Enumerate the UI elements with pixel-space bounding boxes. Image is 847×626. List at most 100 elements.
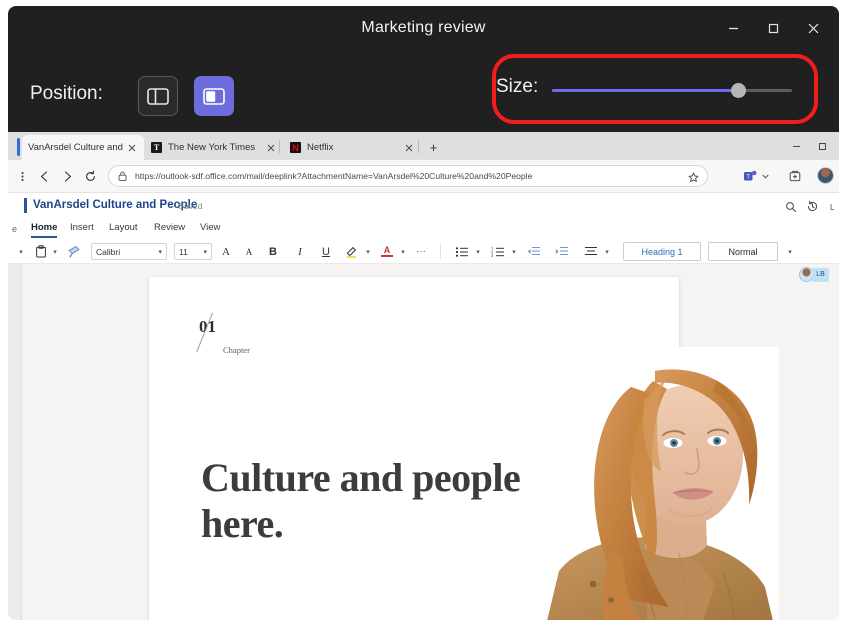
font-color-swatch (381, 255, 393, 257)
word-title-row: VanArsdel Culture and People - Saved L (8, 193, 839, 219)
style-normal[interactable]: Normal (708, 242, 778, 261)
close-tab-icon[interactable] (402, 141, 415, 154)
chevron-down-icon[interactable] (761, 167, 770, 185)
highlight-icon[interactable] (344, 242, 360, 261)
decrease-indent-icon[interactable] (526, 242, 542, 261)
word-brand-bar (24, 198, 27, 213)
tab-title: VanArsdel Culture and peo... (28, 142, 125, 153)
bullets-icon[interactable] (454, 242, 470, 261)
save-status: - Saved (173, 201, 202, 211)
styles-chevron-icon[interactable]: ▾ (785, 242, 795, 261)
italic-icon[interactable]: I (293, 242, 307, 261)
canvas-left-rail (8, 264, 22, 620)
numbering-chevron-icon[interactable]: ▾ (509, 242, 519, 261)
bullets-chevron-icon[interactable]: ▾ (473, 242, 483, 261)
back-arrow-icon[interactable] (36, 168, 53, 185)
tab-title: Netflix (307, 142, 402, 153)
slider-fill (552, 89, 739, 92)
font-color-chevron-icon[interactable]: ▾ (398, 242, 408, 261)
version-history-icon[interactable] (805, 199, 820, 214)
font-color-label: A (384, 246, 391, 255)
svg-text:3: 3 (491, 253, 494, 258)
undo-chevron-icon[interactable]: ▾ (16, 242, 26, 261)
minimize-button[interactable] (713, 11, 753, 45)
window-titlebar: Marketing review (8, 6, 839, 50)
search-icon[interactable] (783, 199, 798, 214)
font-name-combobox[interactable]: Calibri ▾ (91, 243, 167, 260)
chevron-down-icon: ▾ (158, 248, 162, 256)
font-size-value: 11 (179, 247, 188, 257)
underline-icon[interactable]: U (319, 242, 333, 261)
browser-menu-icon[interactable] (14, 168, 31, 185)
bold-icon[interactable]: B (266, 242, 280, 261)
close-tab-icon[interactable] (125, 141, 138, 154)
font-name-value: Calibri (96, 247, 120, 257)
ribbon-tabs: e Home Insert Layout Review View (8, 219, 839, 239)
collaborator-initials: LB (812, 268, 829, 282)
close-tab-icon[interactable] (264, 141, 277, 154)
chevron-down-icon: ▾ (203, 248, 207, 256)
align-icon[interactable] (583, 242, 599, 261)
maximize-button[interactable] (753, 11, 793, 45)
chapter-label: Chapter (223, 345, 250, 355)
profile-avatar[interactable] (817, 167, 834, 184)
numbering-icon[interactable]: 123 (490, 242, 506, 261)
size-slider[interactable] (552, 88, 792, 94)
style-heading-1[interactable]: Heading 1 (623, 242, 701, 261)
address-url-text: https://outlook-sdf.office.com/mail/deep… (135, 171, 532, 181)
document-page[interactable]: 01 Chapter Culture and people here. (149, 277, 679, 620)
position-option-side-panel-view[interactable] (194, 76, 234, 116)
document-headline: Culture and people here. (201, 455, 531, 548)
browser-tabstrip: VanArsdel Culture and peo... T The New Y… (8, 132, 839, 160)
font-color-icon[interactable]: A (379, 242, 395, 261)
browser-window-controls (783, 132, 835, 160)
ribbon-toolbar: ▾ ▾ Calibri ▾ 11 ▾ (8, 239, 839, 264)
word-web-app: VanArsdel Culture and People - Saved L e (8, 192, 839, 620)
favorite-star-icon[interactable] (688, 170, 699, 188)
share-controls-strip: Position: Size: (8, 50, 839, 126)
more-options-icon[interactable]: L (826, 199, 839, 214)
shrink-font-icon[interactable]: A (240, 242, 258, 261)
align-chevron-icon[interactable]: ▾ (602, 242, 612, 261)
browser-maximize-button[interactable] (809, 132, 835, 160)
position-label: Position: (30, 83, 103, 105)
portrait-photo[interactable] (527, 347, 779, 620)
ribbon-tab-insert[interactable]: Insert (70, 222, 94, 238)
tab-divider (418, 140, 419, 153)
format-painter-icon[interactable] (66, 242, 82, 261)
ribbon-tab-review[interactable]: Review (154, 222, 185, 238)
forward-arrow-icon[interactable] (59, 168, 76, 185)
tab-divider (279, 140, 280, 153)
netflix-favicon: N (290, 142, 301, 153)
ribbon-tab-layout[interactable]: Layout (109, 222, 138, 238)
position-option-split-view[interactable] (138, 76, 178, 116)
ribbon-tab-home[interactable]: Home (31, 222, 57, 238)
address-input[interactable]: https://outlook-sdf.office.com/mail/deep… (108, 165, 708, 187)
refresh-icon[interactable] (82, 168, 99, 185)
ribbon-tab-view[interactable]: View (200, 222, 220, 238)
browser-tab-nytimes[interactable]: T The New York Times (145, 135, 283, 160)
svg-text:L: L (830, 203, 835, 212)
ribbon-overflow-icon[interactable]: e (12, 224, 17, 234)
new-tab-button[interactable]: + (425, 139, 442, 156)
browser-minimize-button[interactable] (783, 132, 809, 160)
collections-icon[interactable] (788, 167, 802, 185)
more-font-options-icon[interactable]: ··· (414, 242, 428, 261)
slider-thumb[interactable] (731, 83, 746, 98)
teams-icon[interactable]: T (743, 167, 757, 185)
highlight-chevron-icon[interactable]: ▾ (363, 242, 373, 261)
active-tab-accent (17, 138, 20, 156)
browser-tab-vanarsdel[interactable]: VanArsdel Culture and peo... (22, 135, 144, 160)
increase-indent-icon[interactable] (554, 242, 570, 261)
presence-indicators[interactable]: LB (799, 267, 829, 282)
lock-icon (118, 171, 127, 181)
grow-font-icon[interactable]: A (217, 242, 235, 261)
browser-tab-netflix[interactable]: N Netflix (284, 135, 421, 160)
font-size-combobox[interactable]: 11 ▾ (174, 243, 212, 260)
meeting-share-window: Marketing review Position: (8, 6, 839, 620)
close-button[interactable] (793, 11, 833, 45)
paste-chevron-icon[interactable]: ▾ (50, 242, 60, 261)
side-panel-view-icon (203, 88, 225, 105)
document-canvas: LB 01 Chapter Culture and people here. (8, 264, 839, 620)
paste-icon[interactable] (34, 242, 48, 261)
